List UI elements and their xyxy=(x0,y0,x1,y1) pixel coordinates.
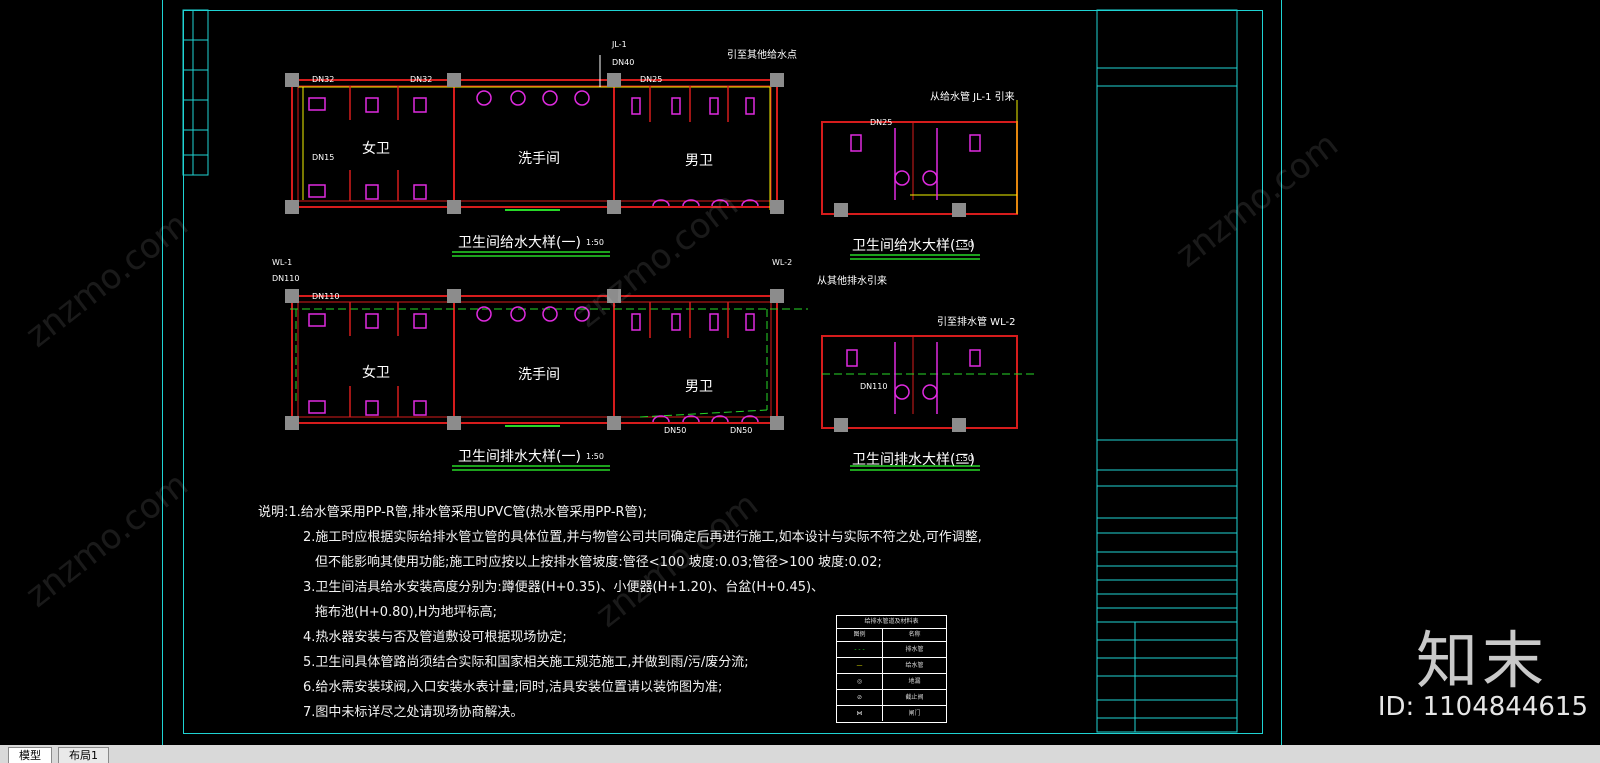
scale-drain-1: 1:50 xyxy=(586,452,604,461)
pipe-label: DN110 xyxy=(860,382,888,391)
pipe-label: DN25 xyxy=(640,75,663,84)
legend-title: 给排水管道及材料表 xyxy=(837,616,946,629)
callout-wl2: WL-2 xyxy=(772,258,793,267)
room-male-drain: 男卫 xyxy=(685,379,713,395)
legend-row: 截止阀 xyxy=(905,694,924,701)
callout-wl1: WL-1 xyxy=(272,258,293,267)
scale-supply-2: 1:50 xyxy=(955,240,973,249)
legend-row: 排水管 xyxy=(905,646,924,653)
supply-plan-2 xyxy=(821,100,1018,217)
pipe-label: DN40 xyxy=(612,58,635,67)
binding-strip xyxy=(182,9,209,176)
callout-from-other-drain: 从其他排水引来 xyxy=(817,276,887,287)
pipe-label: DN50 xyxy=(730,426,753,435)
callout-jl1: JL-1 xyxy=(612,40,627,49)
tab-model[interactable]: 模型 xyxy=(8,747,52,763)
brand-logo: 知末 xyxy=(1415,624,1548,697)
room-wash-supply: 洗手间 xyxy=(518,151,560,167)
drain-plan-1 xyxy=(285,289,808,430)
legend-row: 地漏 xyxy=(908,678,921,685)
pipe-label: DN32 xyxy=(410,75,433,84)
pipe-label: DN25 xyxy=(870,118,893,127)
layout-tab-bar: 模型 布局1 xyxy=(0,745,1600,763)
pipe-label: DN15 xyxy=(312,153,335,162)
title-block xyxy=(1096,9,1238,733)
pipe-label: DN110 xyxy=(312,292,340,301)
legend-header-symbol: 图例 xyxy=(837,629,883,641)
legend-header-name: 名称 xyxy=(908,631,921,638)
pipe-label: DN50 xyxy=(664,426,687,435)
title-supply-1: 卫生间给水大样(一) xyxy=(458,235,581,251)
scale-supply-1: 1:50 xyxy=(586,238,604,247)
supply-plan-1 xyxy=(285,55,784,214)
callout-to-drain-riser: 引至排水管 WL-2 xyxy=(937,317,1016,328)
drain-plan-2 xyxy=(821,335,1035,432)
title-drain-1: 卫生间排水大样(一) xyxy=(458,449,581,465)
pipe-label: DN32 xyxy=(312,75,335,84)
note-line: 2.施工时应根据实际给排水管立管的具体位置,并与物管公司共同确定后再进行施工,如… xyxy=(303,530,982,545)
floor-drain-icon: ◎ xyxy=(837,674,883,689)
stop-valve-icon: ⊘ xyxy=(837,690,883,705)
legend-row: 给水管 xyxy=(905,662,924,669)
pipe-label: DN110 xyxy=(272,274,300,283)
legend-table: 给排水管道及材料表 图例 名称 - - - 排水管 — 给水管 ◎ 地漏 ⊘ 截止阀 ⋈… xyxy=(836,615,947,723)
callout-to-other-supply: 引至其他给水点 xyxy=(727,50,797,61)
note-line: 但不能影响其使用功能;施工时应按以上按排水管坡度:管径<100 坡度:0.03;… xyxy=(315,555,882,570)
legend-row: 闸门 xyxy=(908,710,921,717)
scale-drain-2: 1:50 xyxy=(955,454,973,463)
room-male-supply: 男卫 xyxy=(685,153,713,169)
callout-from-supply-main: 从给水管 JL-1 引来 xyxy=(930,92,1015,103)
image-id: ID: 1104844615 xyxy=(1377,692,1588,722)
note-line: 说明:1.给水管采用PP-R管,排水管采用UPVC管(热水管采用PP-R管); xyxy=(258,505,647,520)
room-female-drain: 女卫 xyxy=(362,365,390,381)
room-female-supply: 女卫 xyxy=(362,141,390,157)
gate-valve-icon: ⋈ xyxy=(837,706,883,721)
tab-layout1[interactable]: 布局1 xyxy=(58,747,109,763)
room-wash-drain: 洗手间 xyxy=(518,367,560,383)
